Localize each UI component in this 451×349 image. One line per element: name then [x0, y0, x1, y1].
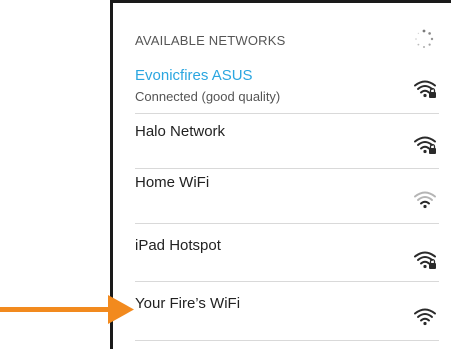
loading-spinner-icon [415, 29, 434, 48]
network-item-ipad-hotspot[interactable]: iPad Hotspot [113, 224, 451, 278]
divider [135, 340, 439, 341]
network-name: Halo Network [135, 123, 226, 140]
wifi-locked-icon [414, 136, 436, 154]
network-item-your-fires-wifi[interactable]: Your Fire’s WiFi [113, 282, 451, 336]
network-name: Evonicfires ASUS [135, 67, 253, 84]
wifi-open-icon [414, 308, 436, 326]
section-title: AVAILABLE NETWORKS [135, 33, 286, 48]
network-item-home-wifi[interactable]: Home WiFi [113, 169, 451, 223]
network-name: iPad Hotspot [135, 237, 221, 254]
network-item-evonicfires-asus[interactable]: Evonicfires ASUS Connected (good quality… [113, 60, 451, 114]
wifi-locked-icon [414, 80, 436, 98]
network-name: Home WiFi [135, 174, 210, 191]
network-item-halo-network[interactable]: Halo Network [113, 114, 451, 168]
network-status: Connected (good quality) [135, 89, 281, 104]
panel-top-border [110, 0, 451, 3]
network-name: Your Fire’s WiFi [135, 295, 241, 312]
wifi-locked-icon [414, 251, 436, 269]
orange-arrow-icon [0, 295, 134, 324]
wifi-weak-icon [414, 191, 436, 209]
